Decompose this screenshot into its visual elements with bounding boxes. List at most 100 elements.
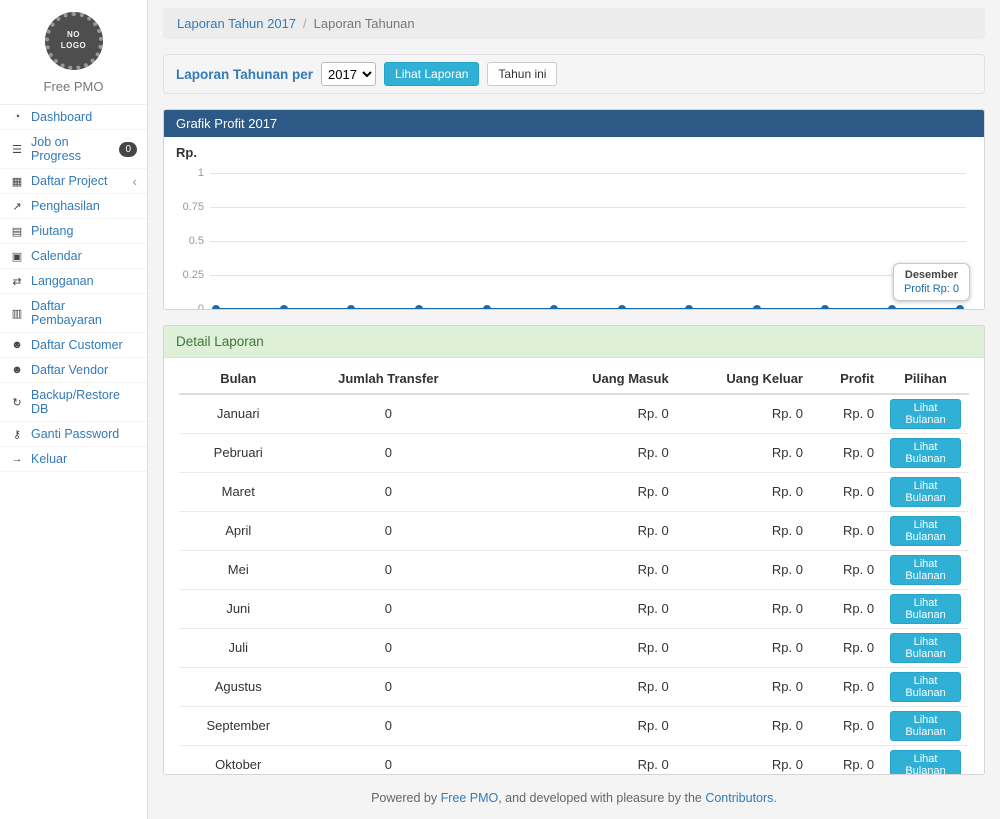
lihat-bulanan-button[interactable]: Lihat Bulanan bbox=[890, 399, 961, 429]
column-header-profit: Profit bbox=[811, 366, 882, 394]
lihat-bulanan-button[interactable]: Lihat Bulanan bbox=[890, 594, 961, 624]
sidebar-menu: ◔Dashboard☰Job on Progress0▦Daftar Proje… bbox=[0, 104, 147, 472]
sidebar-item-label: Backup/Restore DB bbox=[31, 388, 137, 416]
profit-cell: Rp. 0 bbox=[811, 706, 882, 745]
lihat-bulanan-button[interactable]: Lihat Bulanan bbox=[890, 438, 961, 468]
uang-keluar-cell: Rp. 0 bbox=[677, 745, 811, 775]
uang-keluar-cell: Rp. 0 bbox=[677, 433, 811, 472]
footer-text: Powered by bbox=[371, 791, 440, 805]
transfer-cell: 0 bbox=[298, 628, 480, 667]
lihat-laporan-button[interactable]: Lihat Laporan bbox=[384, 62, 479, 86]
action-cell: Lihat Bulanan bbox=[882, 589, 969, 628]
chart-gridline: 0.25 bbox=[210, 275, 966, 276]
line-chart-icon: ↗ bbox=[10, 200, 24, 213]
tasks-icon: ☰ bbox=[10, 143, 24, 156]
action-cell: Lihat Bulanan bbox=[882, 433, 969, 472]
lihat-bulanan-button[interactable]: Lihat Bulanan bbox=[890, 516, 961, 546]
project-table-icon: ▦ bbox=[10, 175, 24, 188]
data-point-april[interactable] bbox=[415, 305, 423, 310]
sidebar-item-label: Dashboard bbox=[31, 110, 92, 124]
uang-keluar-cell: Rp. 0 bbox=[677, 706, 811, 745]
lihat-bulanan-button[interactable]: Lihat Bulanan bbox=[890, 750, 961, 775]
action-cell: Lihat Bulanan bbox=[882, 511, 969, 550]
logo-box: NO LOGO Free PMO bbox=[0, 0, 147, 104]
sidebar-item-label: Langganan bbox=[31, 274, 94, 288]
data-point-maret[interactable] bbox=[347, 305, 355, 310]
sidebar-item-penghasilan[interactable]: ↗ Penghasilan bbox=[0, 194, 147, 219]
count-badge: 0 bbox=[119, 142, 137, 157]
footer-link-freepmo[interactable]: Free PMO bbox=[441, 791, 499, 805]
sidebar-item-daftar-project[interactable]: ▦Daftar Project‹ bbox=[0, 169, 147, 194]
app-window: NO LOGO Free PMO ◔Dashboard☰Job on Progr… bbox=[0, 0, 1000, 819]
data-point-januari[interactable] bbox=[212, 305, 220, 310]
breadcrumb-link-laporan-tahun[interactable]: Laporan Tahun 2017 bbox=[177, 16, 296, 31]
year-select[interactable]: 2017 bbox=[321, 62, 376, 86]
sidebar-item-langganan[interactable]: ⇄Langganan bbox=[0, 269, 147, 294]
profit-cell: Rp. 0 bbox=[811, 394, 882, 434]
uang-masuk-cell: Rp. 0 bbox=[479, 628, 677, 667]
uang-masuk-cell: Rp. 0 bbox=[479, 589, 677, 628]
sidebar-item-daftar-vendor[interactable]: ☻ Daftar Vendor bbox=[0, 358, 147, 383]
data-point-juni[interactable] bbox=[550, 305, 558, 310]
column-header-jumlah-transfer: Jumlah Transfer bbox=[298, 366, 480, 394]
data-point-mei[interactable] bbox=[483, 305, 491, 310]
transfer-cell: 0 bbox=[298, 550, 480, 589]
data-point-desember[interactable] bbox=[956, 305, 964, 310]
sidebar-item-calendar[interactable]: ▣Calendar bbox=[0, 244, 147, 269]
backup-restore-icon: ↻ bbox=[10, 396, 24, 409]
data-point-pebruari[interactable] bbox=[280, 305, 288, 310]
table-row: Mei0Rp. 0Rp. 0Rp. 0Lihat Bulanan bbox=[179, 550, 969, 589]
profit-cell: Rp. 0 bbox=[811, 667, 882, 706]
sidebar-item-job-on-progress[interactable]: ☰Job on Progress0 bbox=[0, 130, 147, 169]
action-cell: Lihat Bulanan bbox=[882, 667, 969, 706]
lihat-bulanan-button[interactable]: Lihat Bulanan bbox=[890, 555, 961, 585]
uang-keluar-cell: Rp. 0 bbox=[677, 511, 811, 550]
sidebar-item-daftar-customer[interactable]: ☻ Daftar Customer bbox=[0, 333, 147, 358]
vendors-icon: ☻ bbox=[10, 364, 24, 376]
action-cell: Lihat Bulanan bbox=[882, 394, 969, 434]
data-point-nopember[interactable] bbox=[888, 305, 896, 310]
profit-cell: Rp. 0 bbox=[811, 628, 882, 667]
profit-cell: Rp. 0 bbox=[811, 433, 882, 472]
table-row: September0Rp. 0Rp. 0Rp. 0Lihat Bulanan bbox=[179, 706, 969, 745]
chart-gridline: 0 bbox=[210, 309, 966, 310]
lihat-bulanan-button[interactable]: Lihat Bulanan bbox=[890, 477, 961, 507]
payment-icon: ▥ bbox=[10, 307, 24, 320]
month-cell: Maret bbox=[179, 472, 298, 511]
data-point-oktober[interactable] bbox=[821, 305, 829, 310]
footer-text: , and developed with pleasure by the bbox=[498, 791, 705, 805]
lihat-bulanan-button[interactable]: Lihat Bulanan bbox=[890, 633, 961, 663]
month-cell: Juni bbox=[179, 589, 298, 628]
data-point-juli[interactable] bbox=[618, 305, 626, 310]
uang-keluar-cell: Rp. 0 bbox=[677, 550, 811, 589]
month-cell: Pebruari bbox=[179, 433, 298, 472]
tooltip-month: Desember bbox=[904, 269, 959, 281]
sidebar-item-label: Daftar Vendor bbox=[31, 363, 108, 377]
sidebar-item-daftar-pembayaran[interactable]: ▥Daftar Pembayaran bbox=[0, 294, 147, 333]
data-point-agustus[interactable] bbox=[685, 305, 693, 310]
sidebar: NO LOGO Free PMO ◔Dashboard☰Job on Progr… bbox=[0, 0, 148, 819]
table-row: Pebruari0Rp. 0Rp. 0Rp. 0Lihat Bulanan bbox=[179, 433, 969, 472]
footer-link-contributors[interactable]: Contributors bbox=[705, 791, 773, 805]
table-row: Januari0Rp. 0Rp. 0Rp. 0Lihat Bulanan bbox=[179, 394, 969, 434]
month-cell: Mei bbox=[179, 550, 298, 589]
sidebar-item-backup-restore-db[interactable]: ↻ Backup/Restore DB bbox=[0, 383, 147, 422]
data-point-september[interactable] bbox=[753, 305, 761, 310]
sidebar-item-dashboard[interactable]: ◔Dashboard bbox=[0, 105, 147, 130]
breadcrumb-separator: / bbox=[303, 16, 307, 31]
footer: Powered by Free PMO, and developed with … bbox=[148, 775, 1000, 819]
sidebar-item-piutang[interactable]: ▤Piutang bbox=[0, 219, 147, 244]
action-cell: Lihat Bulanan bbox=[882, 472, 969, 511]
sidebar-item-label: Penghasilan bbox=[31, 199, 100, 213]
column-header-bulan: Bulan bbox=[179, 366, 298, 394]
sidebar-item-keluar[interactable]: →Keluar bbox=[0, 447, 147, 472]
sidebar-item-label: Daftar Customer bbox=[31, 338, 123, 352]
tahun-ini-button[interactable]: Tahun ini bbox=[487, 62, 557, 86]
breadcrumb: Laporan Tahun 2017/Laporan Tahunan bbox=[163, 8, 985, 39]
lihat-bulanan-button[interactable]: Lihat Bulanan bbox=[890, 711, 961, 741]
sidebar-item-ganti-password[interactable]: ⚷Ganti Password bbox=[0, 422, 147, 447]
lihat-bulanan-button[interactable]: Lihat Bulanan bbox=[890, 672, 961, 702]
customers-icon: ☻ bbox=[10, 339, 24, 351]
month-cell: Januari bbox=[179, 394, 298, 434]
month-cell: April bbox=[179, 511, 298, 550]
